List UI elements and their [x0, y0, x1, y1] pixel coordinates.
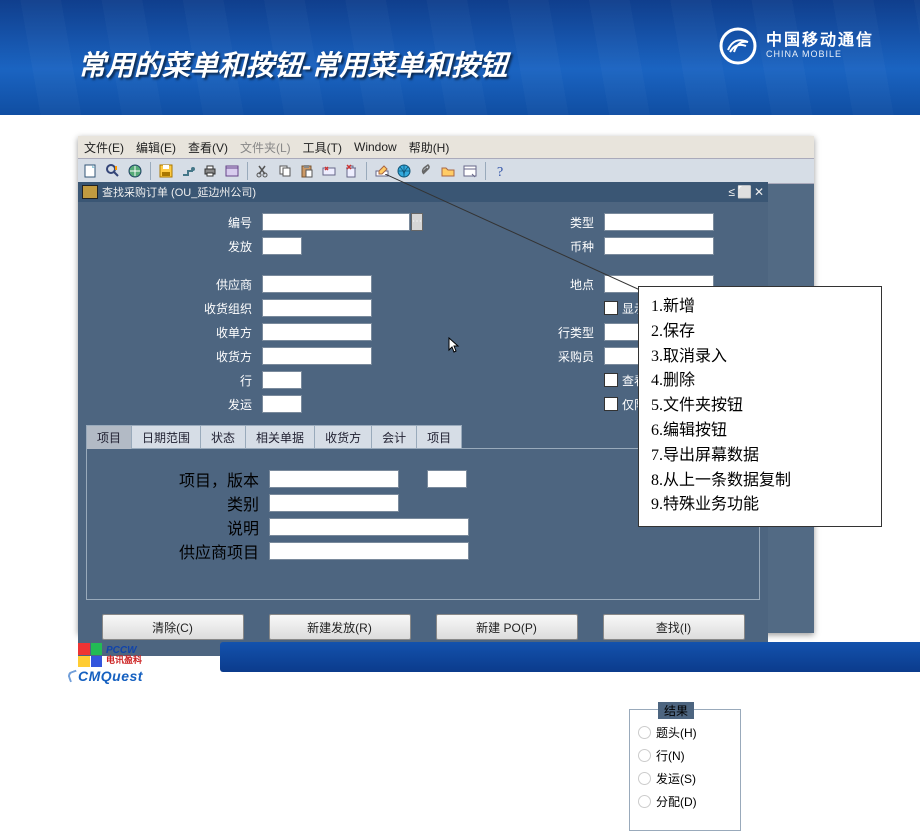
result-group: 结果 题头(H) 行(N) 发运(S) 分配(D)	[629, 709, 741, 831]
radio-lines[interactable]	[638, 749, 651, 762]
result-title: 结果	[658, 702, 694, 719]
input-shipment[interactable]	[262, 395, 302, 413]
menu-window[interactable]: Window	[354, 140, 397, 154]
label-buyer: 采购员	[530, 348, 600, 365]
input-supplier[interactable]	[262, 275, 372, 293]
input-desc[interactable]	[269, 518, 469, 536]
tab-date[interactable]: 日期范围	[131, 425, 201, 449]
label-supplier: 供应商	[88, 276, 258, 293]
checkbox-view-releases[interactable]	[604, 373, 618, 387]
copy-icon[interactable]	[276, 162, 294, 180]
label-number: 编号	[88, 214, 258, 231]
input-rev[interactable]	[427, 470, 467, 488]
find-button[interactable]: 查找(I)	[603, 614, 745, 640]
checkbox-show-external[interactable]	[604, 301, 618, 315]
clear-record-icon[interactable]	[320, 162, 338, 180]
edit-field-icon[interactable]	[373, 162, 391, 180]
delete-icon[interactable]	[342, 162, 360, 180]
input-release[interactable]	[262, 237, 302, 255]
input-category[interactable]	[269, 494, 399, 512]
menu-view[interactable]: 查看(V)	[188, 139, 228, 156]
brand-logo: 中国移动通信 CHINA MOBILE	[718, 26, 874, 66]
maximize-icon[interactable]: ⬜	[737, 185, 752, 199]
tab-bill[interactable]: 收货方	[314, 425, 372, 449]
step-icon[interactable]	[179, 162, 197, 180]
tab-project[interactable]: 项目	[416, 425, 462, 449]
cmquest-logo: CMQuest	[78, 668, 143, 684]
tab-items[interactable]: 项目	[86, 425, 132, 449]
cut-icon[interactable]	[254, 162, 272, 180]
label-category: 类别	[95, 491, 265, 515]
radio-header[interactable]	[638, 726, 651, 739]
annotation-box: 1.新增 2.保存 3.取消录入 4.删除 5.文件夹按钮 6.编辑按钮 7.导…	[638, 286, 882, 527]
form-title: 查找采购订单 (OU_延边州公司)	[102, 184, 256, 200]
clear-button[interactable]: 清除(C)	[102, 614, 244, 640]
label-release: 发放	[88, 238, 258, 255]
tab-account[interactable]: 会计	[371, 425, 417, 449]
form-icon	[82, 185, 98, 199]
attach-icon[interactable]	[417, 162, 435, 180]
help-icon[interactable]: ?	[492, 162, 510, 180]
new-release-button[interactable]: 新建发放(R)	[269, 614, 411, 640]
folder-tools-icon[interactable]	[439, 162, 457, 180]
label-receiving-org: 收货组织	[88, 300, 258, 317]
label-site: 地点	[530, 276, 600, 293]
radio-dist[interactable]	[638, 795, 651, 808]
label-currency: 币种	[530, 238, 600, 255]
menu-file[interactable]: 文件(E)	[84, 139, 124, 156]
nav-icon[interactable]	[126, 162, 144, 180]
tab-related[interactable]: 相关单据	[245, 425, 315, 449]
radio-ship[interactable]	[638, 772, 651, 785]
label-item-rev: 项目，版本	[95, 467, 265, 491]
footer-band	[220, 642, 920, 672]
input-supitem[interactable]	[269, 542, 469, 560]
cursor-icon	[448, 337, 464, 353]
menu-edit[interactable]: 编辑(E)	[136, 139, 176, 156]
minimize-icon[interactable]: ≤	[728, 185, 735, 199]
label-bill-to: 收货方	[88, 348, 258, 365]
save-icon[interactable]	[157, 162, 175, 180]
input-ship-to[interactable]	[262, 323, 372, 341]
lov-number-icon[interactable]: ⋯	[411, 213, 423, 231]
label-ship-to: 收单方	[88, 324, 258, 341]
label-shipment: 发运	[88, 396, 258, 413]
menu-help[interactable]: 帮助(H)	[409, 139, 450, 156]
input-line[interactable]	[262, 371, 302, 389]
input-number[interactable]	[262, 213, 410, 231]
input-item[interactable]	[269, 470, 399, 488]
input-currency[interactable]	[604, 237, 714, 255]
checkbox-vmi[interactable]	[604, 397, 618, 411]
translate-icon[interactable]	[395, 162, 413, 180]
menu-tools[interactable]: 工具(T)	[303, 139, 342, 156]
menu-folder[interactable]: 文件夹(L)	[240, 139, 291, 156]
input-bill-to[interactable]	[262, 347, 372, 365]
label-desc: 说明	[95, 515, 265, 539]
search-icon[interactable]	[104, 162, 122, 180]
input-receiving-org[interactable]	[262, 299, 372, 317]
footer-logos: PCCW电讯盈科 CMQuest	[78, 643, 143, 684]
new-icon[interactable]	[82, 162, 100, 180]
close-form-icon[interactable]	[223, 162, 241, 180]
input-type[interactable]	[604, 213, 714, 231]
toolbar: ?	[78, 158, 814, 184]
zoom-window-icon[interactable]	[461, 162, 479, 180]
slide-title: 常用的菜单和按钮-常用菜单和按钮	[78, 44, 507, 84]
close-icon[interactable]: ✕	[754, 185, 764, 199]
label-supitem: 供应商项目	[95, 539, 265, 563]
new-button[interactable]: 新建 PO(P)	[436, 614, 578, 640]
svg-text:?: ?	[497, 165, 503, 179]
label-line: 行	[88, 372, 258, 389]
label-type: 类型	[530, 214, 600, 231]
form-title-bar: 查找采购订单 (OU_延边州公司) ≤ ⬜ ✕	[78, 182, 768, 202]
menubar: 文件(E) 编辑(E) 查看(V) 文件夹(L) 工具(T) Window 帮助…	[78, 136, 814, 158]
print-icon[interactable]	[201, 162, 219, 180]
paste-icon[interactable]	[298, 162, 316, 180]
label-line-type: 行类型	[530, 324, 600, 341]
tab-status[interactable]: 状态	[200, 425, 246, 449]
